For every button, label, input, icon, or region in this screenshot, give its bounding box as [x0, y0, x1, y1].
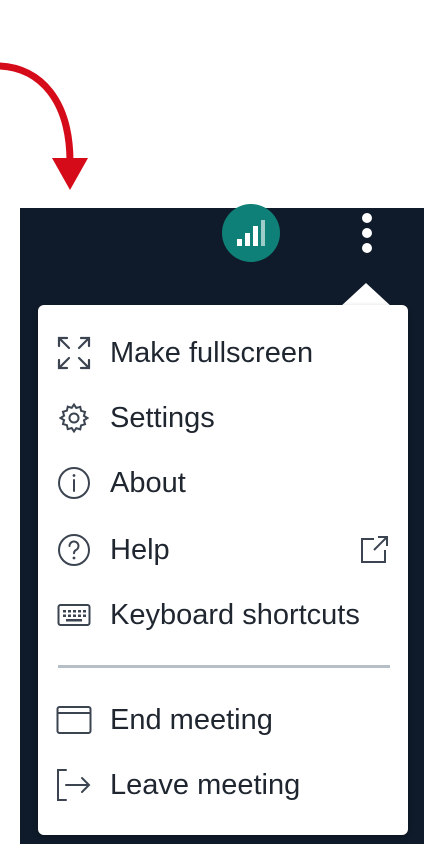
info-icon: [54, 463, 94, 503]
menu-item-label: Keyboard shortcuts: [110, 598, 360, 631]
menu-caret: [340, 283, 392, 307]
connection-status-button[interactable]: [222, 204, 280, 262]
menu-item-label: End meeting: [110, 703, 273, 736]
menu-item-fullscreen[interactable]: Make fullscreen: [38, 325, 408, 381]
external-link-icon: [358, 534, 390, 571]
menu-divider: [58, 665, 390, 668]
leave-icon: [54, 765, 94, 805]
menu-item-label: Leave meeting: [110, 768, 301, 801]
keyboard-icon: [54, 595, 94, 635]
window-icon: [54, 700, 94, 740]
menu-item-leave-meeting[interactable]: Leave meeting: [38, 757, 408, 813]
more-options-button[interactable]: [352, 210, 382, 256]
menu-item-settings[interactable]: Settings: [38, 390, 408, 446]
fullscreen-icon: [54, 333, 94, 373]
gear-icon: [54, 398, 94, 438]
menu-item-about[interactable]: About: [38, 455, 408, 511]
signal-bars-icon: [237, 220, 265, 246]
help-icon: [54, 530, 94, 570]
more-vertical-icon: [362, 213, 372, 253]
menu-item-end-meeting[interactable]: End meeting: [38, 692, 408, 748]
menu-item-label: Help: [110, 533, 170, 566]
menu-item-help[interactable]: Help: [38, 522, 408, 578]
menu-item-label: Make fullscreen: [110, 336, 314, 369]
menu-item-keyboard-shortcuts[interactable]: Keyboard shortcuts: [38, 587, 408, 643]
overflow-menu: Make fullscreen Settings About Help Keyb…: [38, 305, 408, 835]
menu-item-label: Settings: [110, 401, 215, 434]
menu-item-label: About: [110, 466, 186, 499]
